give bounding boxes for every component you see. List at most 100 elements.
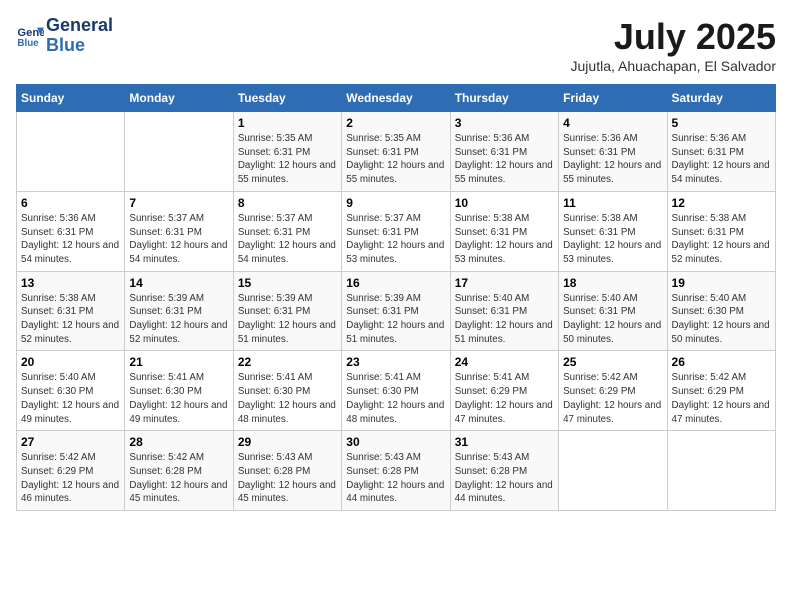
day-number: 28 (129, 435, 228, 449)
day-info: Sunrise: 5:39 AMSunset: 6:31 PMDaylight:… (238, 292, 337, 347)
day-number: 14 (129, 276, 228, 290)
day-info: Sunrise: 5:38 AMSunset: 6:31 PMDaylight:… (21, 292, 120, 347)
day-cell: 29Sunrise: 5:43 AMSunset: 6:28 PMDayligh… (233, 431, 341, 511)
title-block: July 2025 Jujutla, Ahuachapan, El Salvad… (571, 16, 776, 74)
day-info: Sunrise: 5:40 AMSunset: 6:30 PMDaylight:… (672, 292, 771, 347)
day-cell: 8 Sunrise: 5:37 AMSunset: 6:31 PMDaylight… (233, 191, 341, 271)
day-info: Sunrise: 5:39 AMSunset: 6:31 PMDaylight:… (129, 292, 228, 347)
header-cell-sunday: Sunday (17, 85, 125, 112)
day-info: Sunrise: 5:42 AMSunset: 6:29 PMDaylight:… (21, 451, 120, 506)
day-number: 15 (238, 276, 337, 290)
day-number: 22 (238, 355, 337, 369)
day-info: Sunrise: 5:36 AMSunset: 6:31 PMDaylight:… (672, 132, 771, 187)
day-info: Sunrise: 5:37 AMSunset: 6:31 PMDaylight:… (129, 212, 228, 267)
day-info: Sunrise: 5:40 AMSunset: 6:31 PMDaylight:… (563, 292, 662, 347)
page-header: General Blue General Blue July 2025 Juju… (16, 16, 776, 74)
day-number: 13 (21, 276, 120, 290)
day-info: Sunrise: 5:35 AMSunset: 6:31 PMDaylight:… (346, 132, 445, 187)
day-number: 12 (672, 196, 771, 210)
day-cell: 20Sunrise: 5:40 AMSunset: 6:30 PMDayligh… (17, 351, 125, 431)
day-number: 23 (346, 355, 445, 369)
header-cell-saturday: Saturday (667, 85, 775, 112)
header-cell-tuesday: Tuesday (233, 85, 341, 112)
day-cell: 23Sunrise: 5:41 AMSunset: 6:30 PMDayligh… (342, 351, 450, 431)
calendar-table: SundayMondayTuesdayWednesdayThursdayFrid… (16, 84, 776, 511)
week-row-5: 27Sunrise: 5:42 AMSunset: 6:29 PMDayligh… (17, 431, 776, 511)
day-info: Sunrise: 5:38 AMSunset: 6:31 PMDaylight:… (672, 212, 771, 267)
day-info: Sunrise: 5:42 AMSunset: 6:29 PMDaylight:… (563, 371, 662, 426)
day-number: 6 (21, 196, 120, 210)
day-number: 5 (672, 116, 771, 130)
day-info: Sunrise: 5:42 AMSunset: 6:29 PMDaylight:… (672, 371, 771, 426)
header-row: SundayMondayTuesdayWednesdayThursdayFrid… (17, 85, 776, 112)
header-cell-monday: Monday (125, 85, 233, 112)
day-cell: 19 Sunrise: 5:40 AMSunset: 6:30 PMDayligh… (667, 271, 775, 351)
day-number: 4 (563, 116, 662, 130)
day-info: Sunrise: 5:42 AMSunset: 6:28 PMDaylight:… (129, 451, 228, 506)
day-info: Sunrise: 5:43 AMSunset: 6:28 PMDaylight:… (455, 451, 554, 506)
day-info: Sunrise: 5:37 AMSunset: 6:31 PMDaylight:… (346, 212, 445, 267)
day-cell: 22 Sunrise: 5:41 AMSunset: 6:30 PMDayligh… (233, 351, 341, 431)
day-number: 10 (455, 196, 554, 210)
header-cell-thursday: Thursday (450, 85, 558, 112)
week-row-4: 20Sunrise: 5:40 AMSunset: 6:30 PMDayligh… (17, 351, 776, 431)
week-row-3: 13 Sunrise: 5:38 AMSunset: 6:31 PMDayligh… (17, 271, 776, 351)
day-info: Sunrise: 5:38 AMSunset: 6:31 PMDaylight:… (563, 212, 662, 267)
day-number: 20 (21, 355, 120, 369)
day-number: 21 (129, 355, 228, 369)
day-number: 30 (346, 435, 445, 449)
day-number: 17 (455, 276, 554, 290)
day-info: Sunrise: 5:36 AMSunset: 6:31 PMDaylight:… (455, 132, 554, 187)
day-cell: 27Sunrise: 5:42 AMSunset: 6:29 PMDayligh… (17, 431, 125, 511)
day-info: Sunrise: 5:40 AMSunset: 6:31 PMDaylight:… (455, 292, 554, 347)
day-number: 19 (672, 276, 771, 290)
day-info: Sunrise: 5:36 AMSunset: 6:31 PMDaylight:… (563, 132, 662, 187)
day-cell (125, 112, 233, 192)
day-cell: 30Sunrise: 5:43 AMSunset: 6:28 PMDayligh… (342, 431, 450, 511)
day-cell: 14 Sunrise: 5:39 AMSunset: 6:31 PMDayligh… (125, 271, 233, 351)
day-info: Sunrise: 5:41 AMSunset: 6:30 PMDaylight:… (238, 371, 337, 426)
day-cell: 16Sunrise: 5:39 AMSunset: 6:31 PMDayligh… (342, 271, 450, 351)
day-info: Sunrise: 5:43 AMSunset: 6:28 PMDaylight:… (238, 451, 337, 506)
day-info: Sunrise: 5:41 AMSunset: 6:29 PMDaylight:… (455, 371, 554, 426)
day-cell: 31 Sunrise: 5:43 AMSunset: 6:28 PMDayligh… (450, 431, 558, 511)
day-cell (559, 431, 667, 511)
day-cell: 28 Sunrise: 5:42 AMSunset: 6:28 PMDayligh… (125, 431, 233, 511)
month-title: July 2025 (571, 16, 776, 58)
logo: General Blue General Blue (16, 16, 113, 56)
logo-icon: General Blue (16, 22, 44, 50)
header-cell-friday: Friday (559, 85, 667, 112)
day-number: 26 (672, 355, 771, 369)
day-cell: 12 Sunrise: 5:38 AMSunset: 6:31 PMDayligh… (667, 191, 775, 271)
day-cell: 13 Sunrise: 5:38 AMSunset: 6:31 PMDayligh… (17, 271, 125, 351)
day-cell: 1Sunrise: 5:35 AMSunset: 6:31 PMDaylight… (233, 112, 341, 192)
day-cell: 9 Sunrise: 5:37 AMSunset: 6:31 PMDaylight… (342, 191, 450, 271)
day-cell: 5 Sunrise: 5:36 AMSunset: 6:31 PMDaylight… (667, 112, 775, 192)
day-cell: 26 Sunrise: 5:42 AMSunset: 6:29 PMDayligh… (667, 351, 775, 431)
day-cell: 2Sunrise: 5:35 AMSunset: 6:31 PMDaylight… (342, 112, 450, 192)
day-cell: 10 Sunrise: 5:38 AMSunset: 6:31 PMDayligh… (450, 191, 558, 271)
svg-text:Blue: Blue (17, 38, 39, 49)
day-info: Sunrise: 5:37 AMSunset: 6:31 PMDaylight:… (238, 212, 337, 267)
day-info: Sunrise: 5:36 AMSunset: 6:31 PMDaylight:… (21, 212, 120, 267)
day-number: 11 (563, 196, 662, 210)
day-number: 25 (563, 355, 662, 369)
day-cell: 24 Sunrise: 5:41 AMSunset: 6:29 PMDayligh… (450, 351, 558, 431)
day-number: 1 (238, 116, 337, 130)
day-info: Sunrise: 5:38 AMSunset: 6:31 PMDaylight:… (455, 212, 554, 267)
day-info: Sunrise: 5:39 AMSunset: 6:31 PMDaylight:… (346, 292, 445, 347)
header-cell-wednesday: Wednesday (342, 85, 450, 112)
day-number: 18 (563, 276, 662, 290)
day-number: 3 (455, 116, 554, 130)
day-cell (667, 431, 775, 511)
day-number: 31 (455, 435, 554, 449)
day-cell (17, 112, 125, 192)
day-cell: 17 Sunrise: 5:40 AMSunset: 6:31 PMDayligh… (450, 271, 558, 351)
day-info: Sunrise: 5:41 AMSunset: 6:30 PMDaylight:… (129, 371, 228, 426)
day-cell: 25 Sunrise: 5:42 AMSunset: 6:29 PMDayligh… (559, 351, 667, 431)
day-number: 24 (455, 355, 554, 369)
day-cell: 21 Sunrise: 5:41 AMSunset: 6:30 PMDayligh… (125, 351, 233, 431)
day-number: 8 (238, 196, 337, 210)
day-cell: 4 Sunrise: 5:36 AMSunset: 6:31 PMDaylight… (559, 112, 667, 192)
day-number: 9 (346, 196, 445, 210)
